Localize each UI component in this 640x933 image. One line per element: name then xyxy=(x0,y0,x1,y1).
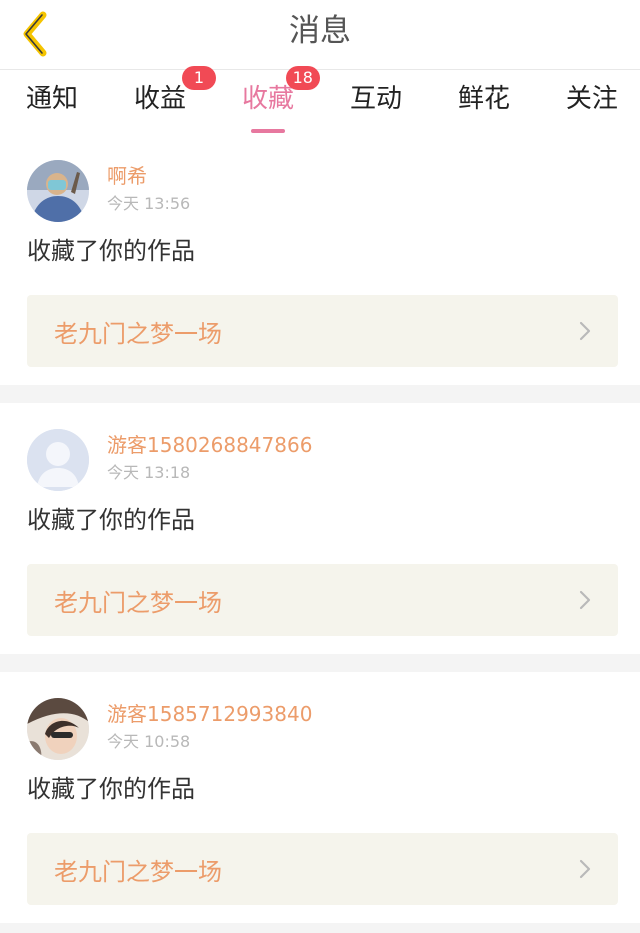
timestamp: 今天 10:58 xyxy=(107,732,191,751)
tab-label: 通知 xyxy=(26,84,79,114)
tab-favorites[interactable]: 收藏 18 xyxy=(241,66,320,134)
chevron-right-icon xyxy=(579,859,591,879)
message-text: 收藏了你的作品 xyxy=(27,237,195,265)
username[interactable]: 游客1585712993840 xyxy=(107,702,312,726)
work-title: 老九门之梦一场 xyxy=(54,319,222,348)
username[interactable]: 游客1580268847866 xyxy=(107,433,312,457)
app-root: 消息 通知 收益 1 收藏 18 互动 鲜花 关注 啊希 今天 13:56 收藏… xyxy=(0,0,640,933)
message-card: 啊希 今天 13:56 收藏了你的作品 老九门之梦一场 xyxy=(0,134,640,385)
tab-label: 互动 xyxy=(349,84,402,114)
avatar[interactable] xyxy=(27,429,89,491)
photo-avatar-icon xyxy=(27,698,89,760)
chevron-right-icon xyxy=(579,321,591,341)
top-bar: 消息 xyxy=(0,0,640,70)
tab-interaction[interactable]: 互动 xyxy=(350,70,402,134)
page-title: 消息 xyxy=(289,13,351,49)
work-link[interactable]: 老九门之梦一场 xyxy=(27,564,618,636)
chevron-right-icon xyxy=(579,590,591,610)
avatar[interactable] xyxy=(27,698,89,760)
work-title: 老九门之梦一场 xyxy=(54,588,222,617)
timestamp: 今天 13:18 xyxy=(107,463,191,482)
message-card: 游客1580268847866 今天 13:18 收藏了你的作品 老九门之梦一场 xyxy=(0,403,640,654)
divider xyxy=(0,654,640,672)
unread-badge: 18 xyxy=(285,66,320,90)
divider xyxy=(0,923,640,933)
tab-label: 收益 xyxy=(133,84,186,114)
tab-follow[interactable]: 关注 xyxy=(566,70,618,134)
avatar[interactable] xyxy=(27,160,89,222)
tab-bar: 通知 收益 1 收藏 18 互动 鲜花 关注 xyxy=(0,66,640,134)
username[interactable]: 啊希 xyxy=(107,164,190,188)
timestamp: 今天 13:56 xyxy=(107,194,191,213)
active-tab-indicator xyxy=(250,129,285,133)
message-card: 游客1585712993840 今天 10:58 收藏了你的作品 老九门之梦一场 xyxy=(0,672,640,923)
work-title: 老九门之梦一场 xyxy=(54,857,222,886)
message-text: 收藏了你的作品 xyxy=(27,775,195,803)
message-list: 啊希 今天 13:56 收藏了你的作品 老九门之梦一场 游客1580268847… xyxy=(0,134,640,933)
tab-notice[interactable]: 通知 xyxy=(26,70,78,134)
tab-label: 鲜花 xyxy=(457,84,510,114)
tab-label: 收藏 xyxy=(241,84,294,114)
divider xyxy=(0,385,640,403)
default-avatar-icon xyxy=(27,429,89,491)
message-text: 收藏了你的作品 xyxy=(27,506,195,534)
photo-avatar-icon xyxy=(27,160,89,222)
tab-income[interactable]: 收益 1 xyxy=(133,66,216,134)
unread-badge: 1 xyxy=(182,66,216,90)
tab-flowers[interactable]: 鲜花 xyxy=(458,70,510,134)
tab-label: 关注 xyxy=(565,84,618,114)
work-link[interactable]: 老九门之梦一场 xyxy=(27,295,618,367)
work-link[interactable]: 老九门之梦一场 xyxy=(27,833,618,905)
